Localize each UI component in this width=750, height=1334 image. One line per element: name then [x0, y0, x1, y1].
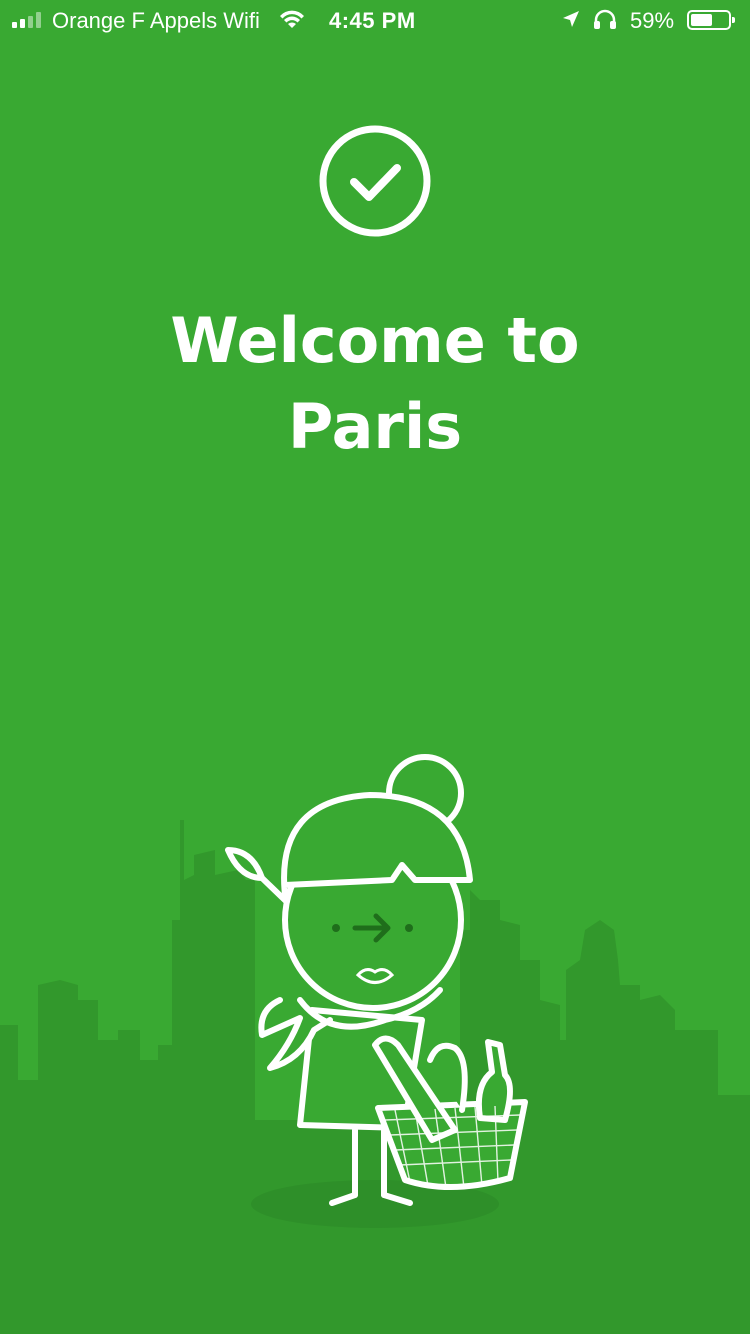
welcome-title-line2: Paris [287, 390, 463, 463]
wifi-icon [280, 10, 304, 28]
welcome-title-line1: Welcome to [170, 304, 580, 377]
location-arrow-icon [563, 11, 579, 27]
cellular-signal-icon [12, 12, 41, 28]
status-time: 4:45 PM [329, 8, 416, 33]
headphones-icon [594, 9, 616, 29]
welcome-screen: Orange F Appels Wifi 4:45 PM 59% Welcome… [0, 0, 750, 1334]
welcome-title: Welcome to Paris [0, 298, 750, 470]
battery-percent: 59% [630, 8, 675, 33]
status-bar: Orange F Appels Wifi 4:45 PM 59% [0, 0, 750, 40]
battery-icon [687, 10, 735, 30]
parisian-woman-illustration [0, 754, 750, 1334]
carrier-name: Orange F Appels Wifi [52, 8, 260, 33]
checkmark-circle-icon [319, 125, 431, 237]
